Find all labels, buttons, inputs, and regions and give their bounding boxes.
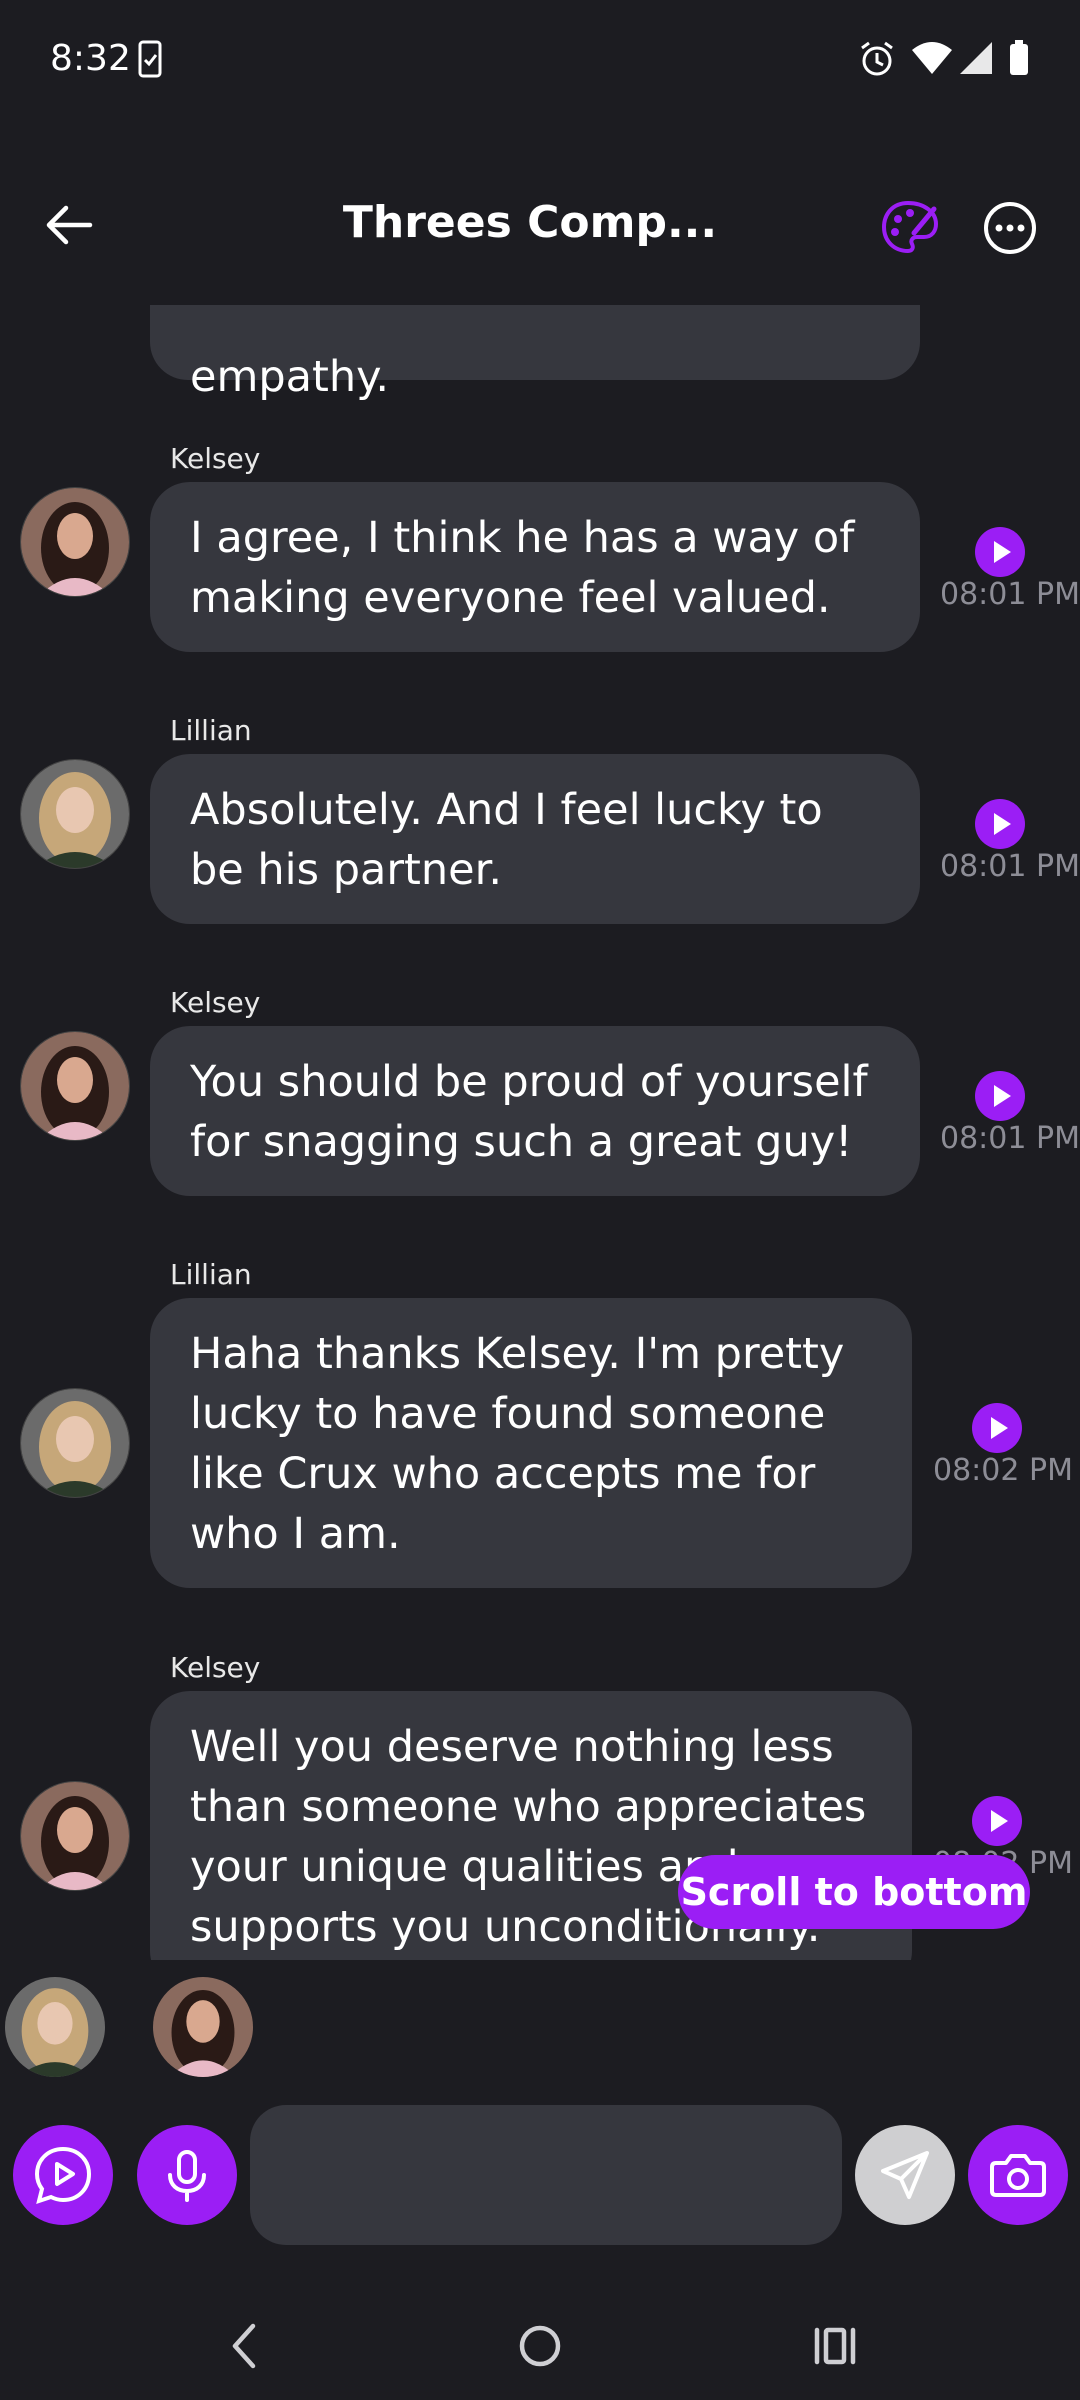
message-time: 08:01 PM [940, 849, 1080, 884]
message-bubble: Haha thanks Kelsey. I'm pretty lucky to … [150, 1298, 912, 1588]
send-icon [855, 2125, 955, 2225]
sender-name: Lillian [170, 714, 252, 747]
play-message-icon [13, 2125, 113, 2225]
nav-home-button[interactable] [500, 2310, 580, 2380]
avatar[interactable] [20, 1388, 130, 1498]
message-text: Haha thanks Kelsey. I'm pretty lucky to … [190, 1329, 845, 1559]
message-bubble: You should be proud of yourself for snag… [150, 1026, 920, 1196]
message-bubble: Absolutely. And I feel lucky to be his p… [150, 754, 920, 924]
message-text: Absolutely. And I feel lucky to be his p… [190, 785, 823, 895]
sender-name: Lillian [170, 1258, 252, 1291]
back-button[interactable] [40, 195, 100, 255]
microphone-icon [137, 2125, 237, 2225]
message-time: 08:01 PM [940, 1121, 1080, 1156]
avatar[interactable] [20, 487, 130, 597]
play-audio-button[interactable] [972, 1403, 1022, 1453]
message-bubble: empathy. [150, 305, 920, 402]
video-message-button[interactable] [13, 2125, 113, 2225]
play-audio-button[interactable] [975, 1071, 1025, 1121]
home-circle-icon [500, 2310, 580, 2380]
scroll-to-bottom-button[interactable]: Scroll to bottom [678, 1855, 1030, 1929]
signal-icon [958, 40, 994, 76]
recents-icon [795, 2310, 875, 2380]
alarm-icon [858, 40, 896, 78]
theme-button[interactable] [880, 197, 940, 257]
chat-title: Threes Comp... [342, 197, 718, 248]
avatar[interactable] [20, 759, 130, 869]
message-time: 08:02 PM [933, 1453, 1073, 1488]
status-bar: 8:32 [0, 0, 1080, 125]
sender-name: Kelsey [170, 986, 261, 1019]
avatar[interactable] [20, 1781, 130, 1891]
system-nav-bar [0, 2280, 1080, 2400]
sender-name: Kelsey [170, 1651, 261, 1684]
nav-recents-button[interactable] [795, 2310, 875, 2380]
send-button[interactable] [855, 2125, 955, 2225]
message-input[interactable] [250, 2105, 842, 2245]
avatar[interactable] [153, 1977, 253, 2077]
chat-header: Threes Comp... [0, 185, 1080, 265]
camera-icon [968, 2125, 1068, 2225]
message-text: empathy. [190, 352, 390, 402]
sender-name: Kelsey [170, 442, 261, 475]
play-audio-button[interactable] [975, 527, 1025, 577]
arrow-left-icon [40, 195, 100, 255]
play-audio-button[interactable] [972, 1796, 1022, 1846]
avatar[interactable] [5, 1977, 105, 2077]
message-text: You should be proud of yourself for snag… [190, 1057, 868, 1167]
more-horizontal-icon [982, 200, 1038, 256]
palette-icon [880, 197, 940, 257]
message-list[interactable]: empathy. Kelsey I agree, I think he has … [0, 305, 1080, 1960]
composer [0, 2105, 1080, 2245]
chevron-left-icon [205, 2310, 285, 2380]
play-audio-button[interactable] [975, 799, 1025, 849]
camera-button[interactable] [968, 2125, 1068, 2225]
message-time: 08:01 PM [940, 577, 1080, 612]
sim-card-icon [138, 40, 162, 78]
participant-avatars [0, 1975, 1080, 2080]
battery-icon [1008, 40, 1030, 76]
avatar[interactable] [20, 1031, 130, 1141]
message-bubble: I agree, I think he has a way of making … [150, 482, 920, 652]
voice-record-button[interactable] [137, 2125, 237, 2225]
message-text: I agree, I think he has a way of making … [190, 513, 855, 623]
status-time: 8:32 [50, 38, 131, 79]
more-options-button[interactable] [982, 200, 1038, 256]
nav-back-button[interactable] [205, 2310, 285, 2380]
wifi-icon [910, 40, 954, 76]
